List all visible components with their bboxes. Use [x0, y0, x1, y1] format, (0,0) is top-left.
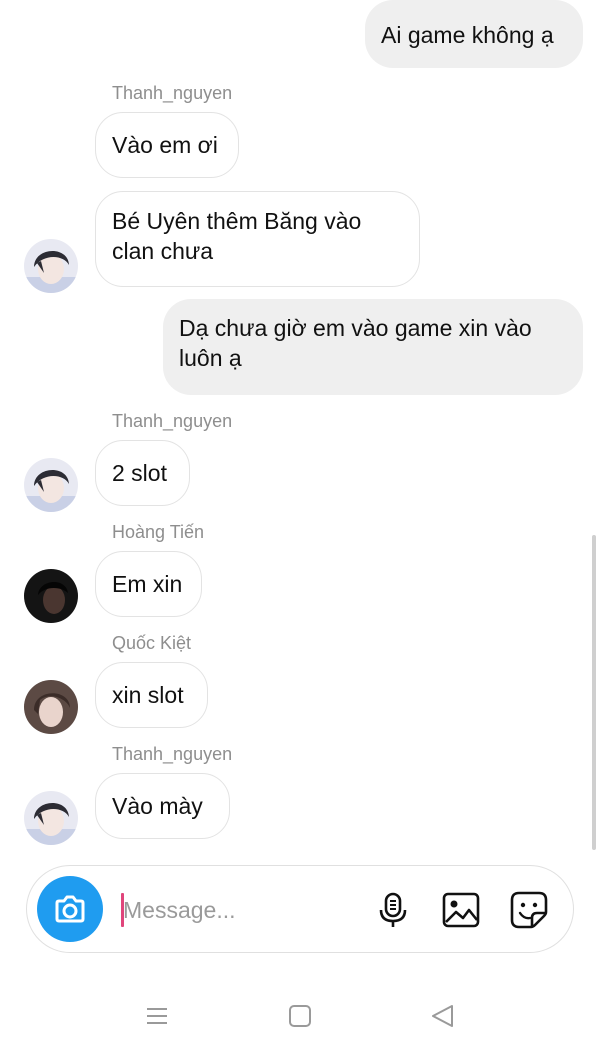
- message-text: Vào mày: [112, 793, 203, 819]
- message-text: 2 slot: [112, 460, 167, 486]
- back-icon: [432, 1005, 453, 1027]
- avatar[interactable]: [24, 458, 78, 512]
- message-bubble-incoming[interactable]: 2 slot: [95, 440, 190, 506]
- microphone-icon: [379, 892, 407, 927]
- sender-name: Thanh_nguyen: [112, 411, 233, 431]
- message-bubble-incoming[interactable]: xin slot: [95, 662, 208, 728]
- message-bubble-incoming[interactable]: Vào em ơi: [95, 112, 239, 178]
- gallery-icon: [442, 892, 480, 928]
- avatar[interactable]: [24, 791, 78, 845]
- home-button[interactable]: [285, 1001, 315, 1031]
- message-text: Em xin: [112, 571, 183, 597]
- message-input[interactable]: [123, 890, 323, 930]
- system-navigation-bar: [0, 985, 600, 1052]
- message-bubble-outgoing[interactable]: Dạ chưa giờ em vào game xin vào luôn ạ: [163, 299, 583, 395]
- message-bubble-outgoing[interactable]: Ai game không ạ: [365, 0, 583, 68]
- scrollbar[interactable]: [592, 535, 596, 850]
- message-text: Ai game không ạ: [381, 22, 554, 48]
- message-bubble-incoming[interactable]: Em xin: [95, 551, 202, 617]
- avatar[interactable]: [24, 569, 78, 623]
- menu-button[interactable]: [142, 1001, 172, 1031]
- sender-name: Thanh_nguyen: [112, 83, 233, 103]
- message-text: xin slot: [112, 682, 184, 708]
- message-text: Vào em ơi: [112, 132, 218, 158]
- sender-name: Thanh_nguyen: [112, 744, 233, 764]
- message-text: Dạ chưa giờ em vào game xin vào luôn ạ: [179, 315, 532, 371]
- sticker-button[interactable]: [509, 890, 549, 930]
- message-list[interactable]: Ai game không ạ Thanh_nguyen Vào em ơi B…: [0, 0, 600, 860]
- menu-icon: [147, 1008, 167, 1024]
- camera-icon: [55, 895, 85, 923]
- sender-name: Hoàng Tiến: [112, 522, 205, 542]
- back-button[interactable]: [428, 1001, 458, 1031]
- sender-name: Quốc Kiệt: [112, 633, 192, 653]
- avatar[interactable]: [24, 239, 78, 293]
- message-bubble-incoming[interactable]: Bé Uyên thêm Băng vào clan chưa: [95, 191, 420, 287]
- sticker-icon: [510, 891, 548, 929]
- camera-button[interactable]: [37, 876, 103, 942]
- avatar[interactable]: [24, 680, 78, 734]
- home-icon: [289, 1005, 311, 1027]
- microphone-button[interactable]: [373, 890, 413, 930]
- message-text: Bé Uyên thêm Băng vào clan chưa: [112, 208, 362, 264]
- message-bubble-incoming[interactable]: Vào mày: [95, 773, 230, 839]
- message-composer: [26, 865, 574, 953]
- gallery-button[interactable]: [441, 890, 481, 930]
